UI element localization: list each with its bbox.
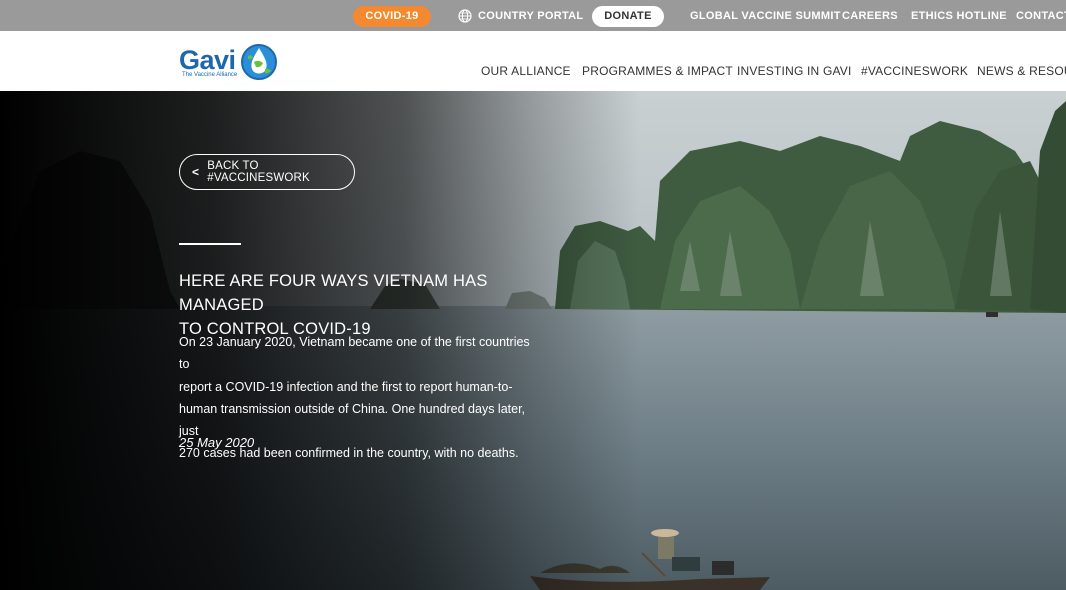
hero-banner: < BACK TO #VACCINESWORK HERE ARE FOUR WA… bbox=[0, 91, 1066, 590]
global-vaccine-summit-link[interactable]: GLOBAL VACCINE SUMMIT bbox=[690, 8, 841, 24]
back-button-label: BACK TO #VACCINESWORK bbox=[207, 160, 310, 184]
nav-our-alliance[interactable]: OUR ALLIANCE bbox=[481, 64, 571, 78]
globe-icon bbox=[458, 9, 472, 23]
careers-link[interactable]: CAREERS bbox=[842, 8, 898, 24]
covid-19-button[interactable]: COVID-19 bbox=[353, 6, 431, 27]
back-to-vaccineswork-button[interactable]: < BACK TO #VACCINESWORK bbox=[179, 154, 355, 190]
nav-vaccineswork[interactable]: #VACCINESWORK bbox=[861, 64, 968, 78]
country-portal-label: COUNTRY PORTAL bbox=[478, 10, 584, 22]
utility-bar: COVID-19 COUNTRY PORTAL DONATE GLOBAL VA… bbox=[0, 0, 1066, 31]
vaccine-drop-globe-icon bbox=[241, 44, 277, 80]
nav-programmes-impact[interactable]: PROGRAMMES & IMPACT bbox=[582, 64, 733, 78]
country-portal-link[interactable]: COUNTRY PORTAL bbox=[458, 8, 583, 24]
publish-date: 25 May 2020 bbox=[179, 435, 255, 450]
nav-news-resources[interactable]: NEWS & RESOURC bbox=[977, 64, 1066, 78]
ethics-hotline-link[interactable]: ETHICS HOTLINE bbox=[911, 8, 1007, 24]
donate-button[interactable]: DONATE bbox=[592, 6, 664, 27]
summary-line: report a COVID-19 infection and the firs… bbox=[179, 379, 513, 394]
logo-tagline: The Vaccine Alliance bbox=[182, 72, 238, 78]
gavi-logo[interactable]: Gavi The Vaccine Alliance bbox=[179, 41, 279, 83]
contact-us-link[interactable]: CONTACT U bbox=[1016, 8, 1066, 24]
chevron-left-icon: < bbox=[192, 165, 200, 179]
headline-line-1: HERE ARE FOUR WAYS VIETNAM HAS MANAGED bbox=[179, 272, 488, 314]
nav-investing-in-gavi[interactable]: INVESTING IN GAVI bbox=[737, 64, 852, 78]
headline-rule bbox=[179, 243, 241, 245]
summary-line: On 23 January 2020, Vietnam became one o… bbox=[179, 335, 530, 372]
main-header: Gavi The Vaccine Alliance OUR ALLIANCE P… bbox=[0, 31, 1066, 91]
